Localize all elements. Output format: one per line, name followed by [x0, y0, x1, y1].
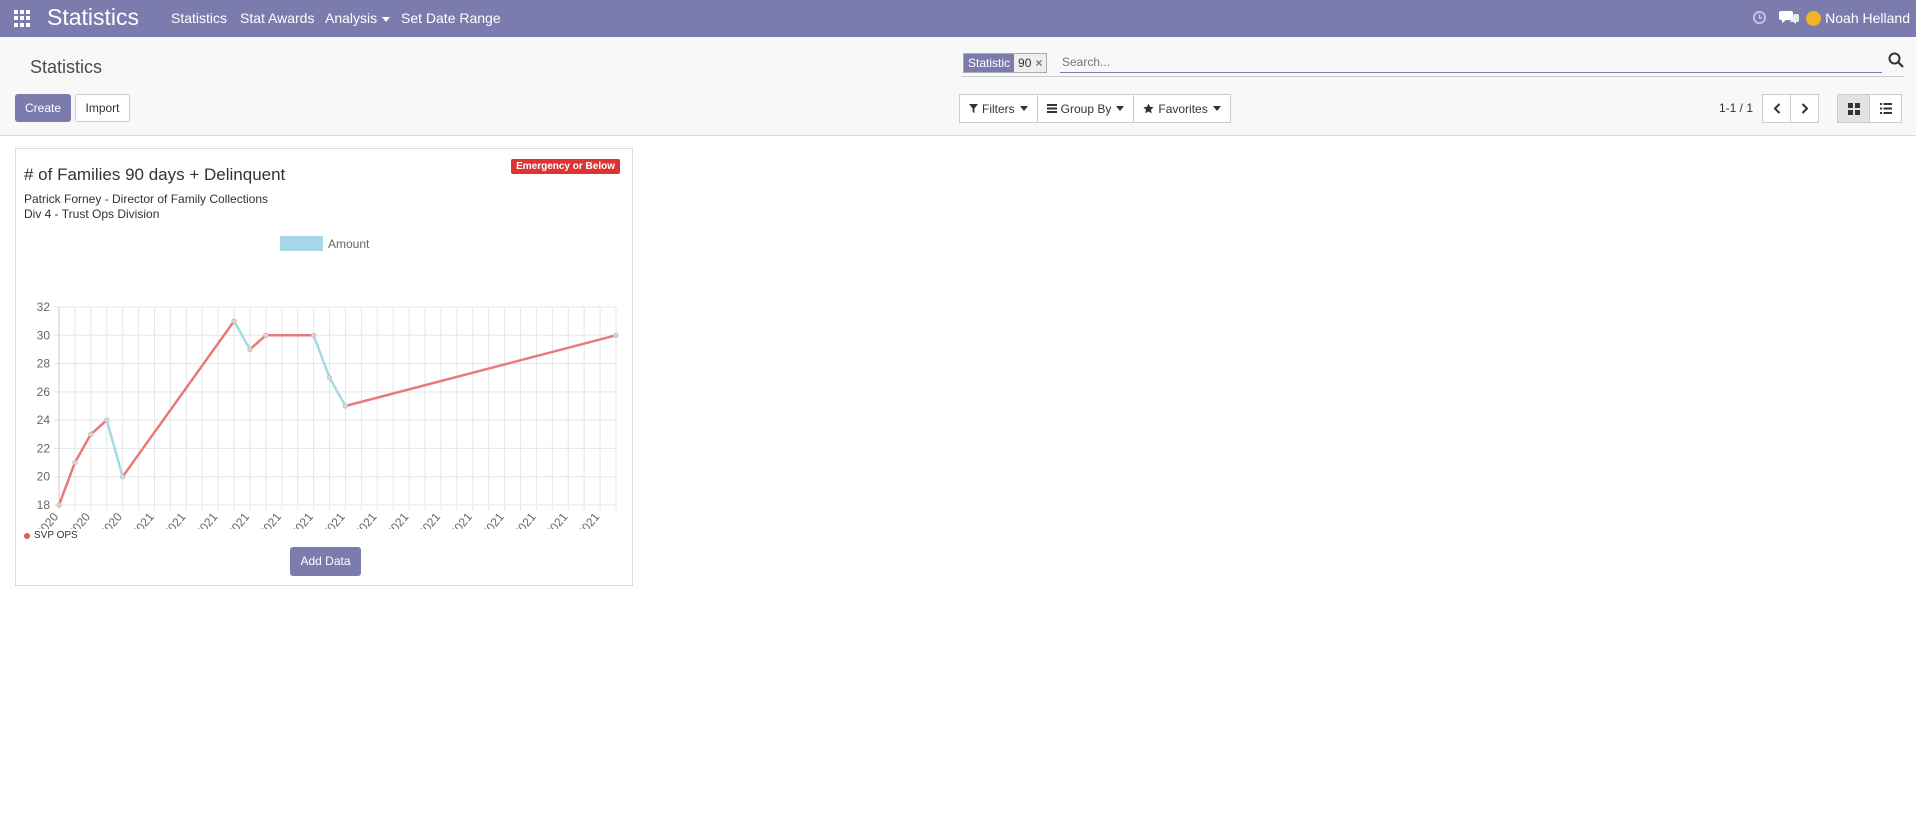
list-view-button[interactable]: [1869, 94, 1902, 123]
data-point: [613, 332, 619, 338]
data-point: [342, 403, 349, 409]
list-icon: [1046, 104, 1057, 113]
group-by-button[interactable]: Group By: [1036, 94, 1135, 123]
facet-category: Statistic: [964, 54, 1015, 72]
filters-label: Filters: [982, 101, 1015, 116]
kanban-view-button[interactable]: [1837, 94, 1870, 123]
data-point: [56, 502, 62, 508]
y-tick-label: 28: [37, 357, 51, 371]
search-input[interactable]: [1060, 52, 1882, 73]
apps-grid-icon[interactable]: [14, 10, 31, 27]
data-point: [104, 417, 110, 423]
pager-next-button[interactable]: [1790, 94, 1819, 123]
user-name: Noah Helland: [1825, 10, 1910, 26]
status-badge: Emergency or Below: [511, 159, 620, 174]
y-tick-label: 26: [37, 385, 51, 399]
caret-down-icon: [1019, 106, 1028, 111]
caret-down-icon: [1212, 106, 1221, 111]
menu-analysis-label: Analysis: [325, 10, 378, 26]
y-tick-label: 32: [37, 300, 51, 314]
menu-analysis[interactable]: Analysis: [325, 10, 391, 27]
data-point: [247, 346, 253, 353]
pager-previous-button[interactable]: [1762, 94, 1791, 123]
series-segment: [312, 334, 331, 379]
data-point: [231, 318, 237, 324]
series-segment: [344, 334, 618, 408]
menu-statistics[interactable]: Statistics: [171, 10, 227, 27]
statistic-card[interactable]: # of Families 90 days + Delinquent Emerg…: [15, 148, 633, 586]
facet-value: 90: [1018, 56, 1032, 70]
user-menu[interactable]: Noah Helland: [1806, 10, 1910, 27]
chevron-left-icon: [1773, 103, 1780, 114]
y-tick-label: 30: [37, 328, 51, 342]
create-button[interactable]: Create: [15, 94, 71, 122]
list-view-icon: [1879, 103, 1892, 114]
y-tick-label: 22: [37, 441, 51, 455]
y-tick-label: 24: [37, 413, 51, 427]
favorites-label: Favorites: [1158, 101, 1208, 116]
y-tick-label: 20: [37, 470, 51, 484]
clock-icon[interactable]: [1752, 10, 1767, 30]
chevron-right-icon: [1801, 103, 1808, 114]
control-panel: Statistics Create Import Statistic 90 × …: [0, 37, 1916, 136]
series-tag-label: SVP OPS: [34, 530, 78, 541]
menu-set-date-range[interactable]: Set Date Range: [401, 10, 501, 27]
y-tick-label: 18: [37, 498, 51, 512]
data-point: [72, 459, 78, 466]
caret-down-icon: [382, 16, 391, 22]
card-division: Div 4 - Trust Ops Division: [24, 207, 160, 221]
favorites-button[interactable]: Favorites: [1133, 94, 1231, 123]
data-point: [263, 332, 269, 338]
app-brand[interactable]: Statistics: [47, 2, 139, 32]
search-box: Statistic 90 ×: [961, 50, 1904, 77]
group-by-label: Group By: [1060, 101, 1112, 116]
card-title: # of Families 90 days + Delinquent: [24, 165, 286, 184]
search-options: Filters Group By Favorites: [959, 94, 1231, 123]
series-tag: SVP OPS: [24, 530, 78, 541]
facet-remove-icon[interactable]: ×: [1035, 54, 1046, 72]
data-point: [88, 431, 94, 437]
pager-value[interactable]: 1-1 / 1: [1719, 101, 1753, 115]
top-navbar: Statistics Statistics Stat Awards Analys…: [0, 0, 1916, 37]
star-icon: [1143, 103, 1155, 114]
series-segment: [121, 319, 236, 478]
add-data-button[interactable]: Add Data: [290, 547, 361, 576]
series-segment: [57, 461, 77, 507]
import-button[interactable]: Import: [75, 94, 130, 122]
search-icon[interactable]: [1888, 52, 1904, 73]
kanban-grid-icon: [1847, 102, 1860, 115]
series-segment: [89, 418, 108, 436]
line-chart: 1820222426283032Nov 20, 2020Dec 4, 2020D…: [16, 300, 619, 529]
series-segment: [248, 334, 268, 351]
data-point: [326, 375, 333, 381]
page-title: Statistics: [30, 57, 103, 77]
filter-icon: [969, 104, 978, 113]
menu-stat-awards[interactable]: Stat Awards: [240, 10, 314, 27]
data-point: [311, 332, 317, 338]
series-dot: [24, 532, 30, 539]
filters-button[interactable]: Filters: [959, 94, 1038, 123]
avatar: [1806, 11, 1822, 26]
card-owner: Patrick Forney - Director of Family Coll…: [24, 192, 269, 206]
x-tick-label: Nov 20, 2020: [16, 510, 62, 529]
chat-bubbles-icon[interactable]: [1779, 8, 1799, 31]
search-facet: Statistic 90 ×: [963, 53, 1048, 73]
data-point: [120, 474, 126, 480]
caret-down-icon: [1116, 106, 1125, 111]
